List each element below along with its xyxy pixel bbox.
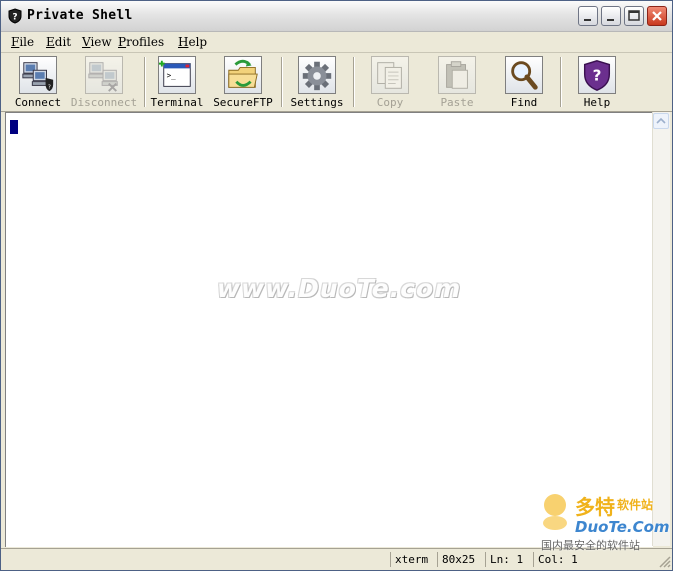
copy-icon [371, 56, 409, 94]
menu-file[interactable]: File [11, 35, 34, 49]
window-title: Private Shell [27, 8, 133, 23]
folder-ftp-icon [224, 56, 262, 94]
minimize-icon [607, 19, 614, 21]
vertical-scrollbar[interactable] [652, 112, 670, 546]
toolbar-label: SecureFTP [213, 96, 273, 109]
toolbar-label: Settings [290, 96, 344, 109]
close-button[interactable] [647, 6, 667, 26]
status-dimensions: 80x25 [437, 552, 482, 567]
corner-logo: 多特 软件站 DuoTe.Com 国内最安全的软件站 [535, 491, 670, 553]
computers-connect-icon: ? [19, 56, 57, 94]
toolbar-label: Terminal [150, 96, 204, 109]
title-bar[interactable]: ? Private Shell [1, 1, 672, 32]
watermark-text: www.DuoTe.com [217, 274, 462, 303]
status-terminal-type: xterm [390, 552, 433, 567]
menu-profiles[interactable]: Profiles [118, 35, 164, 49]
gear-icon [298, 56, 336, 94]
copy-button[interactable]: Copy [355, 54, 425, 110]
secureftp-button[interactable]: SecureFTP [208, 54, 278, 110]
terminal-area[interactable] [5, 112, 653, 547]
svg-text:?: ? [48, 84, 51, 90]
menu-bar: File Edit View Profiles Help [1, 32, 672, 53]
toolbar-label: Find [510, 96, 538, 109]
logo-site: DuoTe.Com [575, 518, 670, 536]
connect-button[interactable]: ? Connect [3, 54, 73, 110]
toolbar: ? Connect Disconnect >_ Terminal SecureF… [1, 53, 672, 112]
disconnect-button[interactable]: Disconnect [69, 54, 139, 110]
minimize-secondary-button[interactable] [601, 6, 621, 26]
svg-text:?: ? [12, 13, 17, 23]
minimize-button[interactable] [578, 6, 598, 26]
toolbar-label: Help [583, 96, 611, 109]
toolbar-label: Connect [14, 96, 62, 109]
toolbar-label: Copy [376, 96, 404, 109]
magnifier-icon [505, 56, 543, 94]
svg-text:>_: >_ [167, 71, 177, 80]
shield-app-icon: ? [8, 8, 22, 24]
status-line: Ln: 1 [485, 552, 530, 567]
terminal-icon: >_ [158, 56, 196, 94]
settings-button[interactable]: Settings [282, 54, 352, 110]
close-icon [652, 11, 662, 21]
maximize-button[interactable] [624, 6, 644, 26]
logo-slogan: 国内最安全的软件站 [541, 539, 640, 552]
menu-help[interactable]: Help [178, 35, 207, 49]
text-cursor [10, 120, 18, 134]
paste-icon [438, 56, 476, 94]
menu-edit[interactable]: Edit [46, 35, 71, 49]
svg-text:?: ? [593, 67, 602, 85]
maximize-icon [628, 10, 640, 21]
logo-brand-suffix: 软件站 [617, 498, 654, 512]
paste-button[interactable]: Paste [422, 54, 492, 110]
find-button[interactable]: Find [489, 54, 559, 110]
minimize-icon [584, 19, 591, 21]
chevron-up-icon [656, 117, 666, 124]
resize-grip-icon[interactable] [657, 554, 671, 568]
computers-disconnect-icon [85, 56, 123, 94]
toolbar-label: Disconnect [70, 96, 138, 109]
scroll-up-button[interactable] [653, 113, 669, 129]
help-shield-icon: ? [578, 56, 616, 94]
status-column: Col: 1 [533, 552, 578, 567]
mascot-logo-icon [543, 494, 567, 530]
logo-brand: 多特 [575, 495, 615, 519]
terminal-button[interactable]: >_ Terminal [142, 54, 212, 110]
help-button[interactable]: ? Help [562, 54, 632, 110]
toolbar-label: Paste [440, 96, 474, 109]
app-window: ? Private Shell File Edit View Profiles … [0, 0, 673, 571]
menu-view[interactable]: View [82, 35, 112, 49]
